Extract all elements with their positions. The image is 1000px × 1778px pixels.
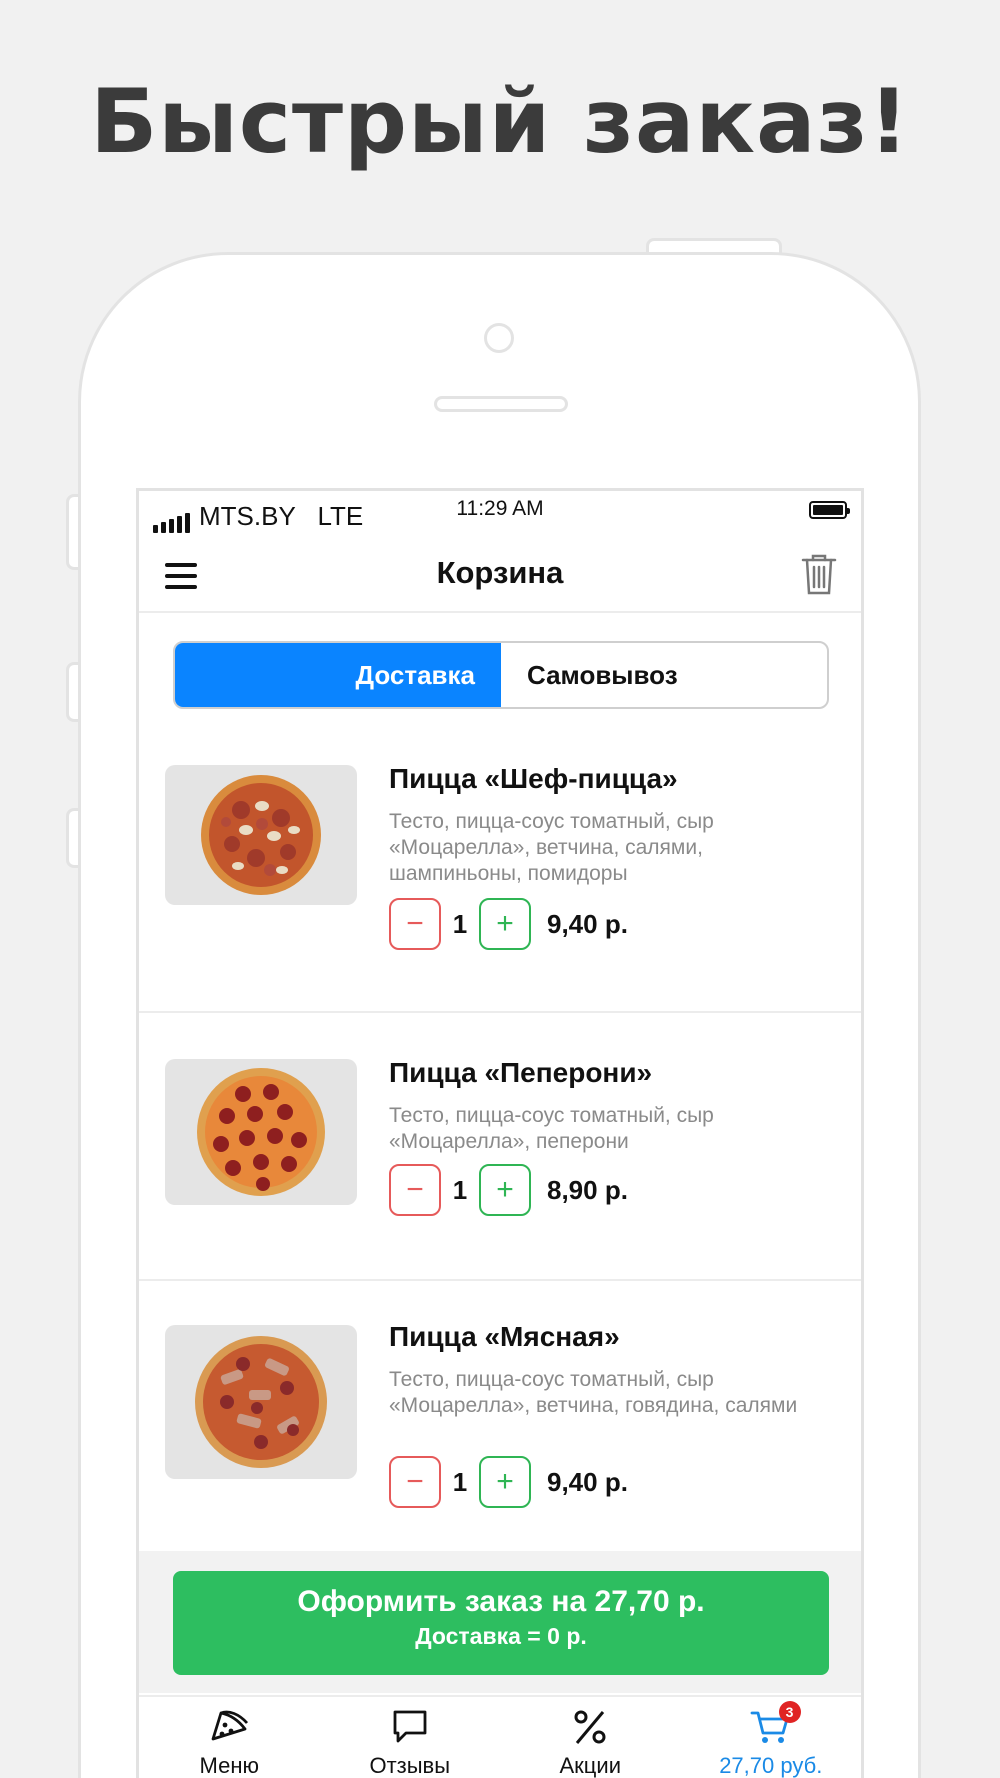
pepperoni-pizza-image [197,1068,325,1196]
cart-total-label: 27,70 руб. [719,1753,823,1778]
tab-menu[interactable]: Меню [139,1697,320,1778]
quantity-stepper: − 1 + 9,40 р. [389,897,628,951]
tab-promotions[interactable]: Акции [500,1697,681,1778]
phone-screen: MTS.BY LTE 11:29 AM Корзина Доставка Сам… [136,488,864,1778]
earpiece-speaker [434,396,568,412]
pizza-slice-icon [211,1710,249,1741]
tab-label: Отзывы [369,1753,451,1778]
percent-icon [574,1710,606,1744]
item-price: 9,40 р. [547,908,628,939]
item-description: Тесто, пицца-соус томатный, сыр «Моцарел… [389,1104,714,1153]
delivery-cost-label: Доставка = 0 р. [415,1623,587,1649]
decrease-button[interactable]: − [389,898,441,950]
headline: Быстрый заказ! [90,70,910,173]
pizza-image [165,1325,357,1479]
checkout-label: Оформить заказ на 27,70 р. [297,1585,705,1618]
quantity-value: 1 [452,1174,468,1205]
speech-bubble-icon [393,1710,427,1743]
page-title: Корзина [436,555,564,590]
cart-item: Пицца «Шеф-пицца» Тесто, пицца-соус тома… [139,721,861,1013]
cart-item: Пицца «Пеперони» Тесто, пицца-соус томат… [139,1015,861,1281]
pizza-image [165,1059,357,1205]
quantity-stepper: − 1 + 8,90 р. [389,1163,628,1217]
cart-count-badge: 3 [778,1701,801,1723]
item-description: Тесто, пицца-соус томатный, сыр «Моцарел… [389,810,714,885]
tab-label: Акции [559,1753,621,1778]
increase-button[interactable]: + [479,898,531,950]
trash-icon[interactable] [799,551,839,597]
item-description: Тесто, пицца-соус томатный, сыр «Моцарел… [389,1368,798,1417]
tab-label: Меню [199,1753,259,1778]
cart-item: Пицца «Мясная» Тесто, пицца-соус томатны… [139,1283,861,1551]
battery-icon [809,501,850,519]
pizza-image [165,765,357,905]
tab-cart[interactable]: 3 27,70 руб. [681,1697,862,1778]
quantity-value: 1 [452,908,468,939]
quantity-value: 1 [452,1466,468,1497]
tab-pickup[interactable]: Самовывоз [501,643,827,707]
item-title: Пицца «Шеф-пицца» [389,763,678,794]
tab-delivery[interactable]: Доставка [175,643,501,707]
status-time: 11:29 AM [456,497,544,520]
quantity-stepper: − 1 + 9,40 р. [389,1455,628,1509]
increase-button[interactable]: + [479,1164,531,1216]
chef-pizza-image [201,775,321,895]
decrease-button[interactable]: − [389,1164,441,1216]
increase-button[interactable]: + [479,1456,531,1508]
item-title: Пицца «Пеперони» [389,1057,653,1088]
checkout-area: Оформить заказ на 27,70 р. Доставка = 0 … [139,1551,861,1693]
decrease-button[interactable]: − [389,1456,441,1508]
front-camera [484,323,514,353]
tab-reviews[interactable]: Отзывы [320,1697,501,1778]
delivery-mode-toggle: Доставка Самовывоз [173,641,829,709]
checkout-button[interactable]: Оформить заказ на 27,70 р. Доставка = 0 … [173,1571,829,1675]
status-bar: MTS.BY LTE 11:29 AM [139,491,861,541]
nav-bar: Корзина [139,543,861,613]
tab-bar: Меню Отзывы Акции 3 27,70 руб. [139,1695,861,1778]
item-title: Пицца «Мясная» [389,1321,620,1352]
item-price: 8,90 р. [547,1174,628,1205]
meat-pizza-image [195,1336,327,1468]
item-price: 9,40 р. [547,1466,628,1497]
